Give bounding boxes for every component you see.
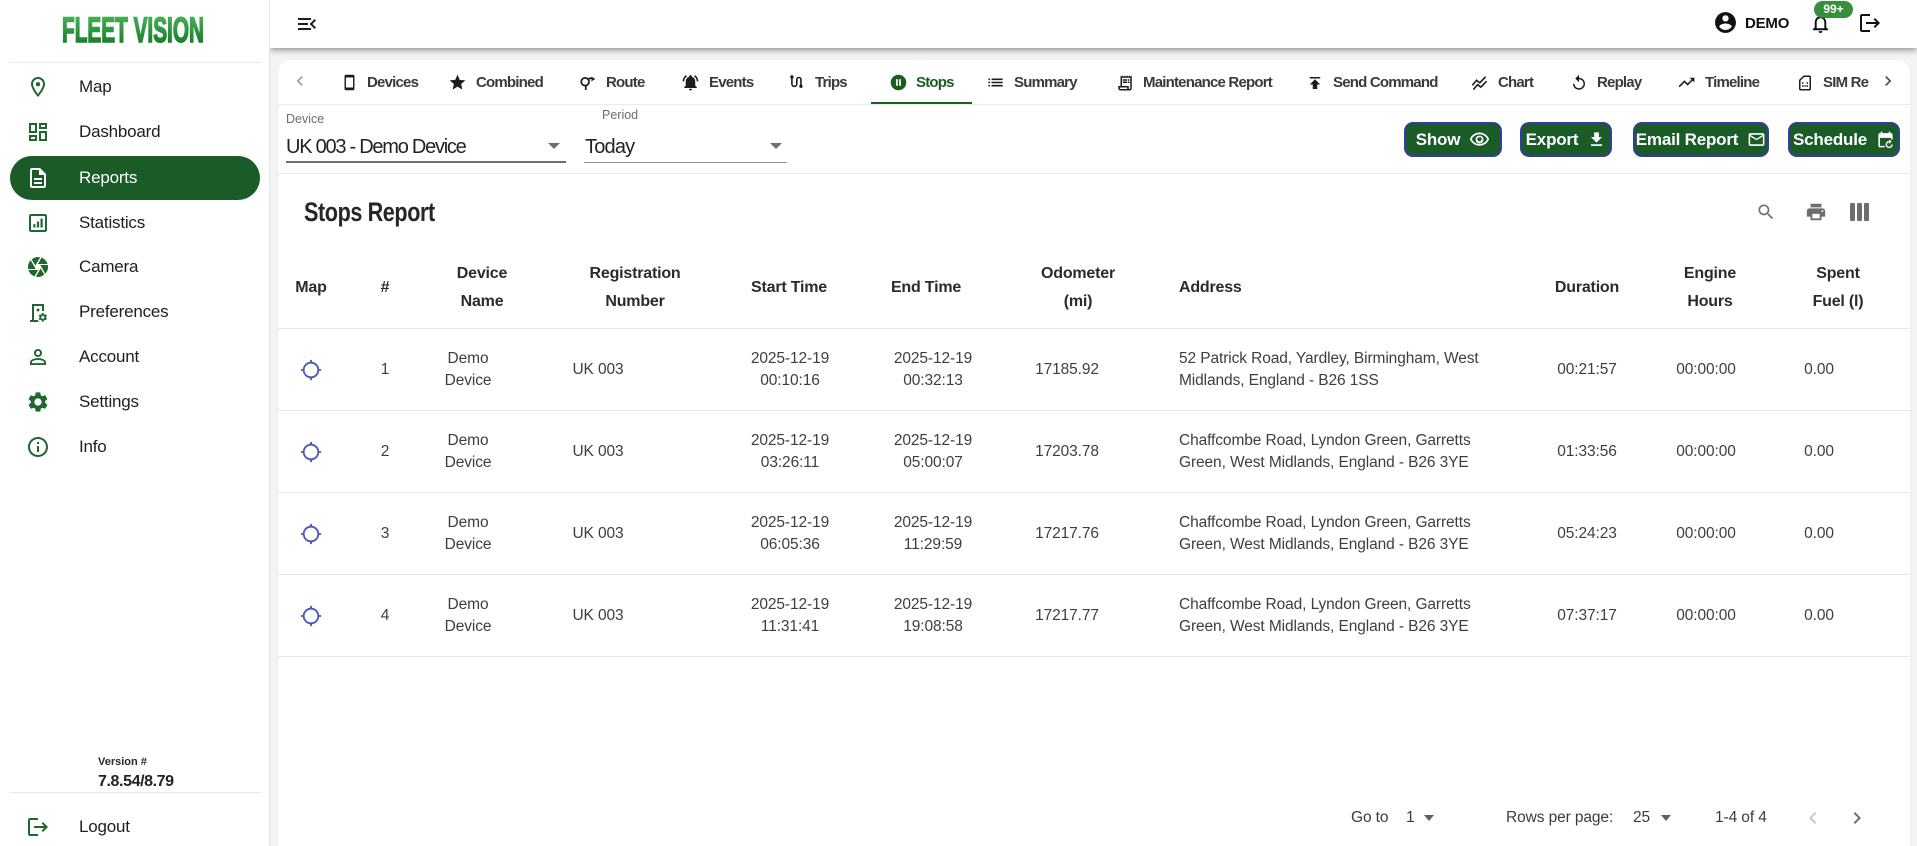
svg-text:FLEET VISION: FLEET VISION xyxy=(62,11,204,50)
